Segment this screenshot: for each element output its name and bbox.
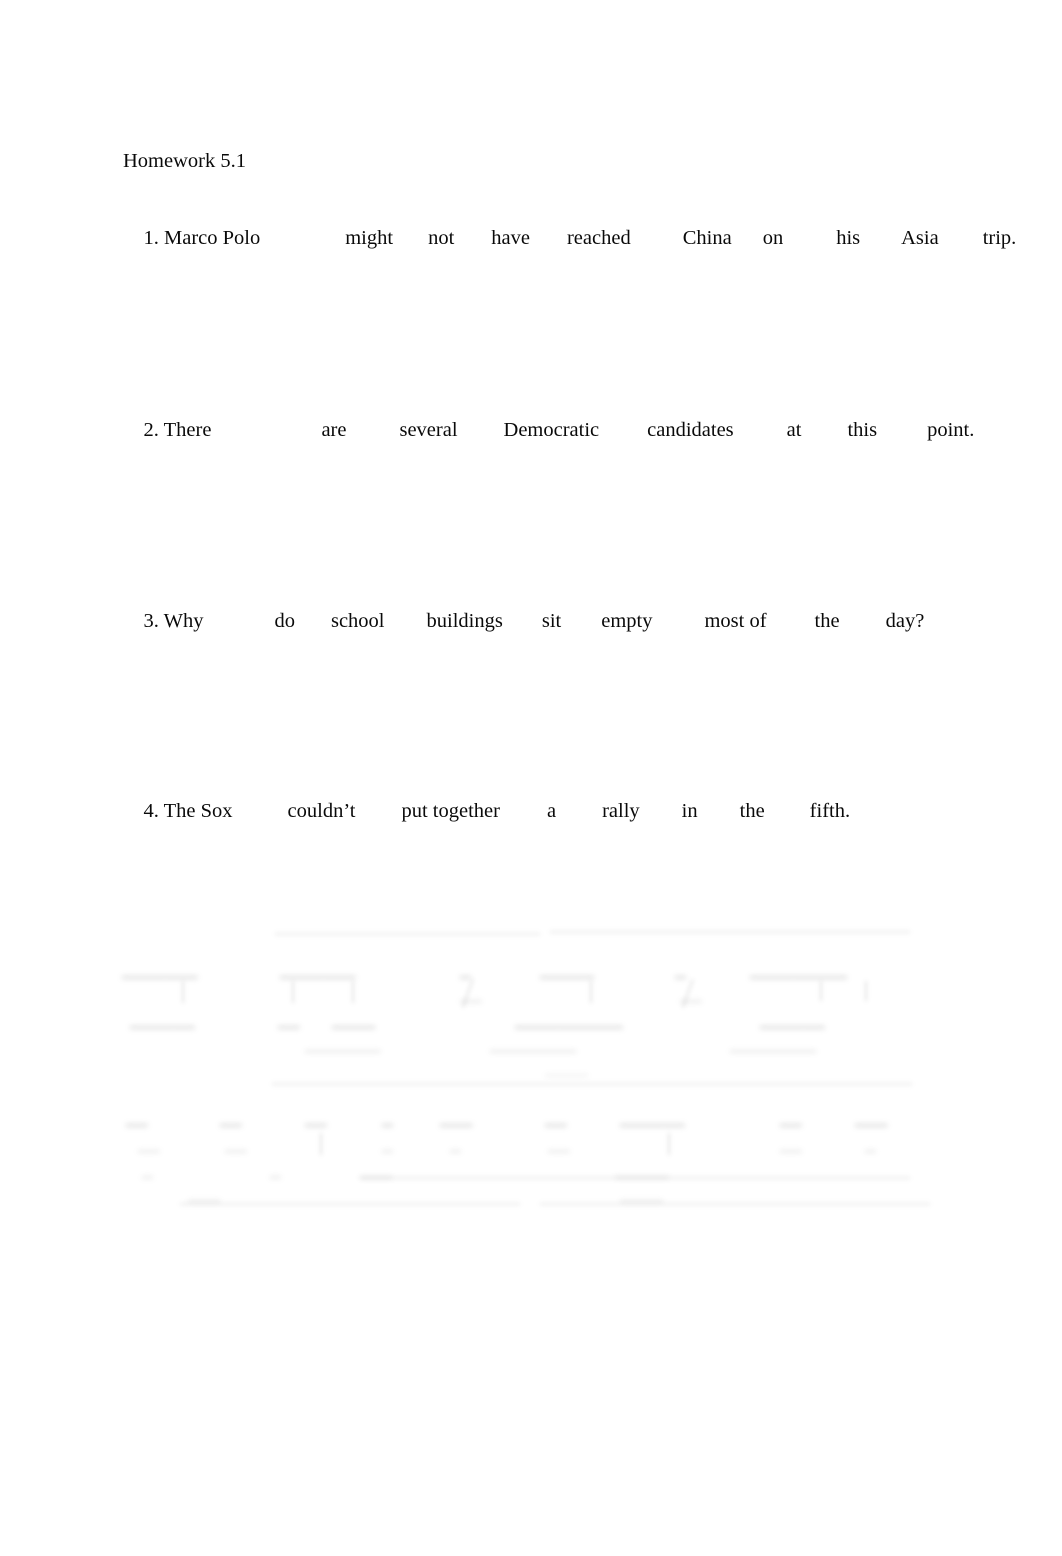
ghost-text: ▁ — [382, 1112, 393, 1127]
exercise-1-word-9: Asia — [901, 227, 939, 249]
exercise-2-word-4: Democratic — [503, 419, 600, 441]
exercise-2-word-2: are — [321, 419, 347, 441]
ghost-text: ▁▁▁ — [440, 1112, 473, 1127]
ghost-rule — [180, 1203, 520, 1205]
exercise-3-word-6: empty — [601, 610, 653, 632]
ghost-text: ▁ — [142, 1164, 153, 1179]
exercise-1-word-5: reached — [566, 227, 631, 249]
page-title: Homework 5.1 — [123, 150, 246, 172]
ghost-rule — [550, 931, 910, 933]
exercise-4-word-8: fifth. — [809, 800, 851, 822]
exercise-2-word-3: several — [399, 419, 458, 441]
exercise-line-1: 1. Marco Polo might not have reached China on h… — [123, 199, 1017, 277]
exercise-4-word-7: the — [739, 800, 765, 822]
ghost-text: ▁▁ — [126, 1112, 148, 1127]
ghost-text: ▁ — [382, 1138, 393, 1153]
ghost-text: ▁▁▁▁▁▁▁ — [305, 1038, 381, 1053]
exercise-3-word-3: school — [330, 610, 385, 632]
exercise-3-word-7: most of — [704, 610, 767, 632]
ghost-text: ▁▁▁▁▁▁▁▁ — [490, 1038, 577, 1053]
ghost-rule — [272, 1083, 912, 1085]
ghost-text: ▁▁▁▁▁▁ — [130, 1014, 195, 1029]
ghost-text: ▁▁ — [305, 1112, 327, 1127]
exercise-1-word-1: 1. Marco Polo — [143, 227, 261, 249]
exercise-2-word-1: 2. There — [143, 419, 212, 441]
exercise-1-word-4: have — [491, 227, 530, 249]
ghost-text: ▁▁ — [278, 1014, 300, 1029]
exercise-line-4: 4. The Sox couldn’t put together a rally in th… — [123, 772, 851, 850]
ghost-text: ▁▁▁▁▁▁ — [760, 1014, 825, 1029]
exercise-2-word-7: this — [847, 419, 878, 441]
ghost-text: ▁▁▁▁▁ — [615, 1164, 669, 1179]
ghost-rule — [275, 933, 540, 935]
ghost-text: ▁▁▁▁ — [545, 1062, 589, 1077]
ghost-connector — [352, 981, 354, 1003]
faded-diagram-artifact: ▁▁▁▁▁▁▁ ▁▁▁▁▁▁▁ ▁ ▁▁▁▁▁ ▁ ▁▁▁▁▁▁▁▁▁ ▁▁ ▁… — [120, 925, 940, 1220]
document-page: Homework 5.1 1. Marco Polo might not have re… — [0, 0, 1062, 1556]
exercise-3-word-9: day? — [885, 610, 925, 632]
ghost-text: ▁▁▁▁ — [620, 1188, 664, 1203]
ghost-text: ▁ — [450, 1138, 461, 1153]
ghost-connector — [668, 1133, 670, 1155]
exercise-3-word-2: do — [274, 610, 295, 632]
ghost-connector — [182, 981, 184, 1003]
ghost-text: ▁▁▁▁▁▁▁▁▁▁ — [515, 1014, 623, 1029]
ghost-connector — [820, 981, 822, 1001]
ghost-text: ▁▁▁ — [855, 1112, 888, 1127]
ghost-text: ▁▁▁▁▁▁▁▁ — [730, 1038, 817, 1053]
ghost-text: ▁ — [460, 964, 471, 979]
ghost-text: ▁▁▁ — [188, 1188, 221, 1203]
exercise-2-word-5: candidates — [647, 419, 734, 441]
ghost-text: ▁▁ — [680, 988, 702, 1003]
exercise-1-word-3: not — [428, 227, 455, 249]
exercise-2-word-6: at — [786, 419, 802, 441]
ghost-text: ▁▁ — [780, 1112, 802, 1127]
ghost-text: ▁ — [865, 1138, 876, 1153]
ghost-text: ▁ — [270, 1164, 281, 1179]
ghost-text: ▁▁ — [545, 1112, 567, 1127]
ghost-text: ▁▁ — [548, 1138, 570, 1153]
ghost-connector — [461, 979, 474, 1008]
ghost-text: ▁▁▁▁▁▁ — [620, 1112, 685, 1127]
exercise-2-word-8: point. — [927, 419, 975, 441]
exercise-line-3: 3. Why do school buildings sit empty most of th… — [123, 582, 925, 660]
ghost-text: ▁▁▁▁▁▁▁ — [280, 964, 356, 979]
ghost-connector — [292, 981, 294, 1003]
exercise-4-word-3: put together — [401, 800, 500, 822]
ghost-text: ▁▁ — [460, 988, 482, 1003]
exercise-1-word-2: might — [345, 227, 394, 249]
ghost-text: ▁▁ — [220, 1112, 242, 1127]
ghost-connector — [681, 979, 694, 1008]
exercise-4-word-6: in — [681, 800, 698, 822]
exercise-4-word-1: 4. The Sox — [143, 800, 233, 822]
ghost-text: ▁▁▁▁▁ — [540, 964, 594, 979]
ghost-text: ▁▁▁▁▁▁▁▁▁ — [750, 964, 847, 979]
ghost-text: ▁▁▁▁ — [332, 1014, 376, 1029]
ghost-text: ▁▁ — [780, 1138, 802, 1153]
ghost-connector — [865, 981, 867, 1001]
ghost-rule — [360, 1177, 910, 1179]
exercise-3-word-8: the — [814, 610, 840, 632]
exercise-3-word-4: buildings — [426, 610, 503, 632]
ghost-text: ▁ — [675, 964, 686, 979]
exercise-3-word-1: 3. Why — [143, 610, 204, 632]
exercise-1-word-7: on — [762, 227, 784, 249]
exercise-1-word-10: trip. — [982, 227, 1017, 249]
ghost-text: ▁▁▁▁▁▁▁ — [122, 964, 198, 979]
ghost-connector — [590, 981, 592, 1003]
exercise-1-word-8: his — [836, 227, 861, 249]
exercise-1-word-6: China — [682, 227, 732, 249]
exercise-3-word-5: sit — [541, 610, 562, 632]
ghost-rule — [540, 1203, 930, 1205]
exercise-4-word-2: couldn’t — [287, 800, 356, 822]
exercise-4-word-4: a — [546, 800, 557, 822]
ghost-connector — [320, 1133, 322, 1155]
ghost-text: ▁▁ — [225, 1138, 247, 1153]
ghost-text: ▁▁▁ — [360, 1164, 393, 1179]
exercise-4-word-5: rally — [602, 800, 640, 822]
exercise-line-2: 2. There are several Democratic candidates at… — [123, 391, 975, 469]
ghost-text: ▁▁ — [138, 1138, 160, 1153]
